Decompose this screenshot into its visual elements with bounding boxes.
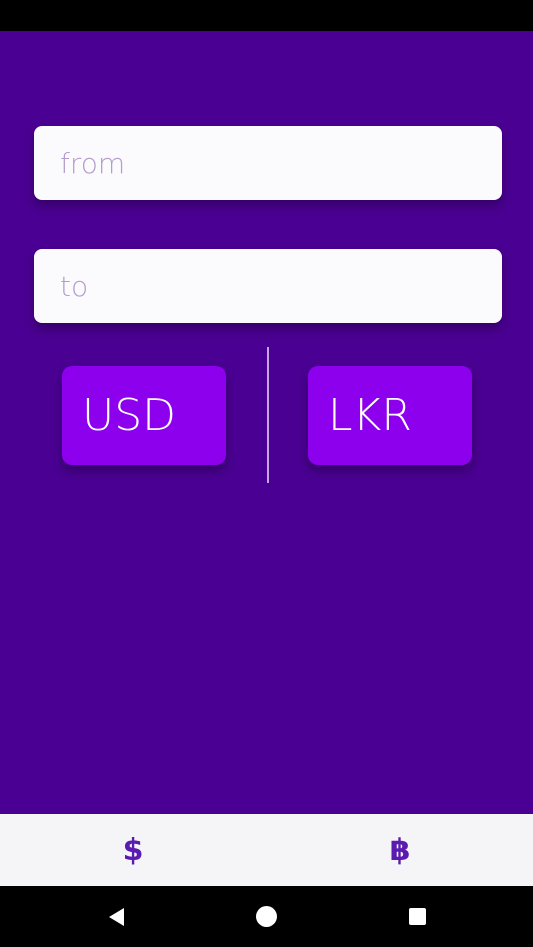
status-bar [0, 0, 533, 31]
app-screen: USD LKR $ ฿ [0, 0, 533, 947]
to-currency-button[interactable]: LKR [308, 366, 472, 465]
system-navigation-bar [0, 886, 533, 947]
back-button[interactable] [87, 886, 147, 947]
converter-panel: USD LKR [0, 31, 533, 814]
home-circle-icon [255, 906, 277, 927]
dollar-icon[interactable]: $ [73, 814, 193, 886]
from-field-container [34, 126, 502, 200]
bottom-navigation: $ ฿ [0, 814, 533, 886]
home-button[interactable] [236, 886, 296, 947]
back-triangle-icon [109, 907, 124, 926]
recents-square-icon [408, 908, 426, 925]
recents-button[interactable] [387, 886, 447, 947]
from-amount-input[interactable] [34, 126, 502, 200]
currency-divider [267, 347, 269, 483]
from-currency-button[interactable]: USD [62, 366, 226, 465]
bitcoin-icon[interactable]: ฿ [340, 814, 460, 886]
to-field-container [34, 249, 502, 323]
to-amount-input[interactable] [34, 249, 502, 323]
